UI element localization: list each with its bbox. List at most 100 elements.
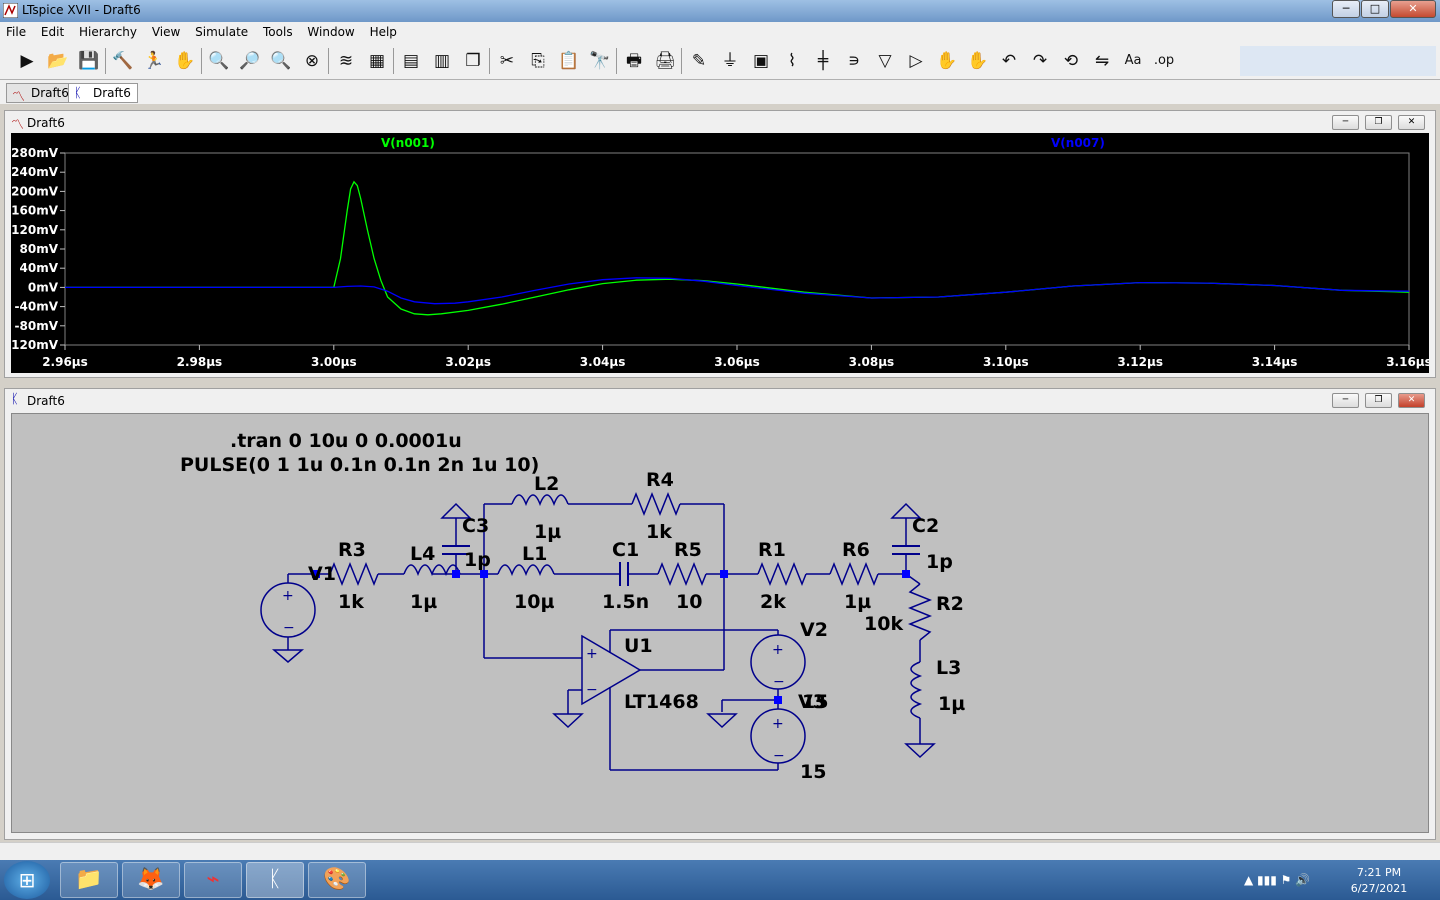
trace-label-vn001[interactable]: V(n001): [381, 136, 435, 150]
close-button[interactable]: ✕: [1390, 0, 1436, 18]
menu-hierarchy[interactable]: Hierarchy: [73, 22, 142, 39]
tile-vertical-icon[interactable]: ▥: [429, 48, 455, 74]
wire-icon[interactable]: ✎: [686, 48, 712, 74]
minimize-button[interactable]: ─: [1332, 0, 1360, 18]
ground-symbol: [904, 743, 936, 759]
text-icon[interactable]: Aa: [1120, 48, 1146, 74]
r2-resistor[interactable]: [907, 583, 933, 641]
control-panel-icon[interactable]: 🔨: [110, 48, 136, 74]
waveform-plot-area[interactable]: 280mV 240mV 200mV 160mV 120mV 80mV 40mV 0mV -40m…: [6, 133, 1432, 373]
drag-icon[interactable]: ✋: [965, 48, 991, 74]
tile-icon[interactable]: ▦: [364, 48, 390, 74]
r4-resistor[interactable]: [631, 491, 681, 517]
run-icon[interactable]: ▶: [14, 48, 40, 74]
trace-label-vn007[interactable]: V(n007): [1051, 136, 1105, 150]
r3-label: R3: [338, 539, 366, 561]
waveform-close-button[interactable]: ✕: [1398, 115, 1425, 130]
l2-inductor[interactable]: [511, 494, 569, 507]
clock-date[interactable]: 6/27/2021: [1344, 882, 1414, 895]
print-icon[interactable]: 🖶: [621, 48, 647, 74]
r1-resistor[interactable]: [757, 561, 807, 587]
zoom-in-icon[interactable]: 🔍: [206, 48, 232, 74]
tab-label: Draft6: [93, 86, 131, 100]
waveform-chart[interactable]: 280mV 240mV 200mV 160mV 120mV 80mV 40mV 0mV -40m…: [6, 133, 1432, 373]
system-tray: ▲ ▮▮▮ ⚑ 🔊 7:21 PM 6/27/2021: [1170, 860, 1430, 900]
toolbar-separator: [328, 48, 329, 74]
schematic-minimize-button[interactable]: ─: [1332, 393, 1359, 408]
paste-icon[interactable]: 📋: [556, 48, 582, 74]
diode-icon[interactable]: ▽: [872, 48, 898, 74]
cut-icon[interactable]: ✂: [494, 48, 520, 74]
acrobat-icon[interactable]: ⌁: [184, 862, 242, 898]
maximize-button[interactable]: □: [1361, 0, 1389, 18]
redo-icon[interactable]: ↷: [1027, 48, 1053, 74]
cascade-icon[interactable]: ❐: [460, 48, 486, 74]
ground-symbol: [706, 713, 738, 729]
l4-inductor[interactable]: [403, 564, 461, 577]
ground-icon[interactable]: ⏚: [717, 48, 743, 74]
schematic-restore-button[interactable]: ❐: [1365, 393, 1392, 408]
move-icon[interactable]: ✋: [934, 48, 960, 74]
component-icon[interactable]: ▷: [903, 48, 929, 74]
x-tick-label: 3.08µs: [849, 355, 895, 369]
undo-icon[interactable]: ↶: [996, 48, 1022, 74]
clock-time[interactable]: 7:21 PM: [1344, 866, 1414, 879]
l3-inductor[interactable]: [910, 661, 923, 719]
tray-icons[interactable]: ▲ ▮▮▮ ⚑ 🔊: [1244, 873, 1334, 887]
c3-label: C3: [462, 515, 489, 537]
toolbar-separator: [105, 48, 106, 74]
menu-view[interactable]: View: [146, 22, 185, 39]
schematic-drawing[interactable]: .tran 0 10u 0 0.0001u PULSE(0 1 1u 0.1n …: [12, 414, 1430, 834]
tab-draft6-schematic[interactable]: ᛕ Draft6: [68, 83, 138, 103]
schematic-canvas[interactable]: .tran 0 10u 0 0.0001u PULSE(0 1 1u 0.1n …: [11, 413, 1429, 833]
waveform-icon: 〽: [12, 90, 26, 105]
pan-icon[interactable]: ✋: [172, 48, 198, 74]
resistor-icon[interactable]: ⌇: [779, 48, 805, 74]
label-icon[interactable]: ▣: [748, 48, 774, 74]
tran-directive[interactable]: .tran 0 10u 0 0.0001u: [230, 430, 462, 452]
waveform-window: 〽 Draft6 ─ ❐ ✕ 280mV 240mV 200mV 160mV 120mV…: [4, 110, 1436, 378]
menu-help[interactable]: Help: [364, 22, 402, 39]
paint-icon[interactable]: 🎨: [308, 862, 366, 898]
waveform-restore-button[interactable]: ❐: [1365, 115, 1392, 130]
r2-value: 10k: [864, 613, 903, 635]
pulse-directive[interactable]: PULSE(0 1 1u 0.1n 0.1n 2n 1u 10): [180, 454, 539, 476]
firefox-icon[interactable]: 🦊: [122, 862, 180, 898]
menu-edit[interactable]: Edit: [35, 22, 69, 39]
tile-horizontal-icon[interactable]: ▤: [398, 48, 424, 74]
l1-inductor[interactable]: [497, 564, 555, 577]
tab-label: Draft6: [31, 86, 69, 100]
r1-label: R1: [758, 539, 786, 561]
capacitor-icon[interactable]: ╪: [810, 48, 836, 74]
menu-window[interactable]: Window: [301, 22, 359, 39]
autorange-icon[interactable]: ≋: [333, 48, 359, 74]
schematic-close-button[interactable]: ✕: [1398, 393, 1425, 408]
explorer-icon[interactable]: 📁: [60, 862, 118, 898]
copy-icon[interactable]: ⎘: [525, 48, 551, 74]
c1-value: 1.5n: [602, 591, 649, 613]
open-icon[interactable]: 📂: [45, 48, 71, 74]
menu-tools[interactable]: Tools: [257, 22, 298, 39]
find-icon[interactable]: 🔭: [587, 48, 613, 74]
waveform-minimize-button[interactable]: ─: [1332, 115, 1359, 130]
ltspice-icon[interactable]: ᛕ: [246, 862, 304, 898]
print-setup-icon[interactable]: 🖨: [652, 48, 678, 74]
zoom-cancel-icon[interactable]: ⊗: [299, 48, 325, 74]
r6-resistor[interactable]: [829, 561, 879, 587]
r3-resistor[interactable]: [329, 561, 379, 587]
spice-directive-icon[interactable]: .op: [1151, 48, 1177, 74]
svg-text:+: +: [772, 716, 784, 732]
start-button[interactable]: ⊞: [4, 861, 50, 899]
waveform-window-title: Draft6: [27, 116, 65, 130]
save-icon[interactable]: 💾: [76, 48, 102, 74]
halt-icon[interactable]: 🏃: [141, 48, 167, 74]
inductor-icon[interactable]: ∍: [841, 48, 867, 74]
tab-draft6-waveform[interactable]: 〽 Draft6: [6, 83, 76, 105]
menu-file[interactable]: File: [0, 22, 31, 39]
r5-resistor[interactable]: [657, 561, 707, 587]
zoom-out-icon[interactable]: 🔍: [268, 48, 294, 74]
rotate-icon[interactable]: ⟲: [1058, 48, 1084, 74]
mirror-icon[interactable]: ⇋: [1089, 48, 1115, 74]
zoom-area-icon[interactable]: 🔎: [237, 48, 263, 74]
menu-simulate[interactable]: Simulate: [189, 22, 253, 39]
